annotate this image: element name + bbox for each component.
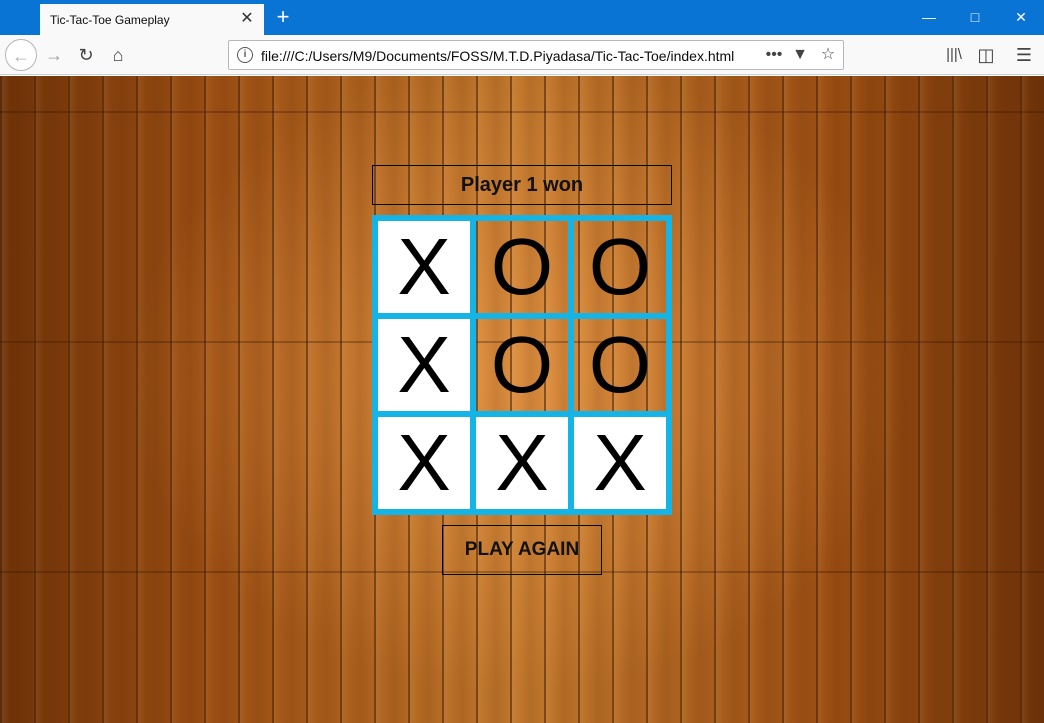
home-icon[interactable]: ⌂ (102, 39, 134, 71)
library-icon[interactable]: |||\ (938, 39, 970, 71)
board-cell[interactable]: X (375, 218, 473, 316)
page-content: Player 1 won X O O X O O X X X PLAY AGAI… (0, 76, 1044, 723)
close-tab-icon[interactable]: ✕ (238, 10, 256, 28)
game-status: Player 1 won (372, 165, 672, 205)
reload-icon[interactable]: ↻ (70, 39, 102, 71)
tab-active[interactable]: Tic-Tac-Toe Gameplay ✕ (40, 2, 264, 35)
page-actions-icon[interactable]: ••• (763, 44, 785, 66)
game-board: X O O X O O X X X (372, 215, 672, 515)
site-info-icon[interactable]: i (237, 47, 253, 63)
board-cell[interactable]: X (375, 414, 473, 512)
board-cell[interactable]: O (571, 218, 669, 316)
close-window-icon[interactable]: ✕ (998, 0, 1044, 35)
board-cell[interactable]: O (473, 218, 571, 316)
board-cell[interactable]: O (571, 316, 669, 414)
title-bar: Tic-Tac-Toe Gameplay ✕ + — □ ✕ (0, 0, 1044, 35)
url-text: file:///C:/Users/M9/Documents/FOSS/M.T.D… (261, 48, 735, 64)
board-cell[interactable]: X (571, 414, 669, 512)
maximize-icon[interactable]: □ (952, 0, 998, 35)
url-bar[interactable]: i file:///C:/Users/M9/Documents/FOSS/M.T… (228, 40, 844, 70)
nav-bar: ← → ↻ ⌂ i file:///C:/Users/M9/Documents/… (0, 35, 1044, 75)
bookmark-star-icon[interactable]: ☆ (817, 44, 839, 66)
pocket-icon[interactable]: ▼ (789, 44, 811, 66)
minimize-icon[interactable]: — (906, 0, 952, 35)
tab-title: Tic-Tac-Toe Gameplay (50, 13, 170, 27)
forward-icon[interactable]: → (38, 39, 70, 71)
board-cell[interactable]: X (375, 316, 473, 414)
play-again-button[interactable]: PLAY AGAIN (442, 525, 602, 575)
sidebar-icon[interactable]: ◫ (970, 39, 1002, 71)
new-tab-icon[interactable]: + (270, 4, 296, 30)
board-cell[interactable]: O (473, 316, 571, 414)
back-icon[interactable]: ← (5, 39, 37, 71)
board-cell[interactable]: X (473, 414, 571, 512)
menu-icon[interactable]: ☰ (1008, 39, 1040, 71)
